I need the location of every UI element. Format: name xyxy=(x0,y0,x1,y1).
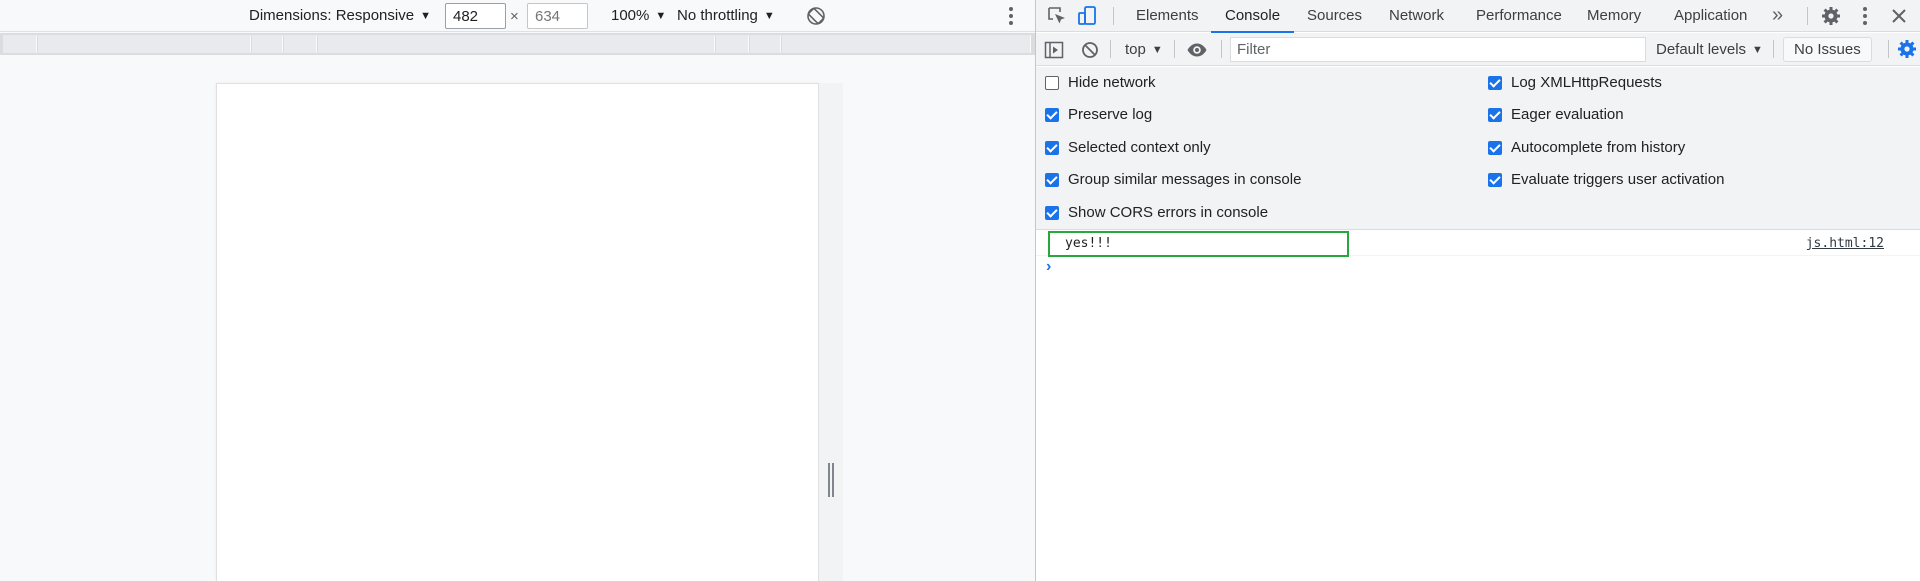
dropdown-caret-icon: ▼ xyxy=(420,10,431,22)
console-message-text: yes!!! xyxy=(1065,236,1112,251)
media-query-segment[interactable] xyxy=(284,35,317,53)
option-label: Group similar messages in console xyxy=(1068,171,1302,188)
close-icon[interactable] xyxy=(1888,5,1910,27)
option-label: Eager evaluation xyxy=(1511,106,1624,123)
checkbox[interactable] xyxy=(1488,141,1502,155)
console-message-row[interactable]: yes!!! js.html:12 xyxy=(1036,231,1920,257)
source-link[interactable]: js.html:12 xyxy=(1806,231,1884,257)
option-label: Selected context only xyxy=(1068,139,1211,156)
log-levels-label: Default levels xyxy=(1656,41,1747,58)
checkbox[interactable] xyxy=(1045,141,1059,155)
toolbar-divider xyxy=(1110,40,1111,58)
media-query-segment[interactable] xyxy=(318,35,715,53)
more-tabs-icon[interactable]: » xyxy=(1772,0,1783,30)
checkbox[interactable] xyxy=(1488,76,1502,90)
eye-icon[interactable] xyxy=(1186,39,1208,61)
devtools-panel: Elements Console Sources Network Perform… xyxy=(1036,0,1920,581)
checkbox[interactable] xyxy=(1045,108,1059,122)
dropdown-caret-icon: ▼ xyxy=(655,10,667,22)
console-toolbar: top ▼ Default levels ▼ No Issues xyxy=(1036,33,1920,66)
dimensions-label: Dimensions: Responsive xyxy=(249,7,415,24)
emulated-page-viewport[interactable] xyxy=(216,83,819,581)
toolbar-divider xyxy=(1113,7,1114,25)
media-query-segment[interactable] xyxy=(38,35,251,53)
toolbar-divider xyxy=(1773,40,1774,58)
dropdown-caret-icon: ▼ xyxy=(763,10,775,22)
option-label: Hide network xyxy=(1068,74,1156,91)
context-select[interactable]: top ▼ xyxy=(1125,33,1163,66)
tab-sources[interactable]: Sources xyxy=(1307,0,1362,32)
toolbar-divider xyxy=(1888,40,1889,58)
media-query-segment[interactable] xyxy=(782,35,1031,53)
sidebar-toggle-icon[interactable] xyxy=(1043,39,1065,61)
media-query-segment[interactable] xyxy=(750,35,781,53)
media-query-segment[interactable] xyxy=(716,35,749,53)
console-settings-panel: Hide network Preserve log Selected conte… xyxy=(1036,67,1920,230)
browser-window: Dimensions: Responsive ▼ × 100% ▼ No throt… xyxy=(0,0,1920,581)
toolbar-divider xyxy=(1807,7,1808,25)
clear-console-icon[interactable] xyxy=(1079,39,1101,61)
log-levels-select[interactable]: Default levels ▼ xyxy=(1656,33,1763,66)
option-label: Evaluate triggers user activation xyxy=(1511,171,1725,188)
option-label: Log XMLHttpRequests xyxy=(1511,74,1662,91)
zoom-select[interactable]: 100% ▼ xyxy=(611,0,666,32)
filter-input[interactable] xyxy=(1230,37,1646,62)
device-toolbar-icon[interactable] xyxy=(1076,5,1098,27)
issues-button[interactable]: No Issues xyxy=(1783,37,1872,62)
tab-elements[interactable]: Elements xyxy=(1136,0,1199,32)
dimensions-select[interactable]: Dimensions: Responsive ▼ xyxy=(249,0,431,32)
device-emulation-pane: Dimensions: Responsive ▼ × 100% ▼ No throt… xyxy=(0,0,1035,581)
media-query-segment[interactable] xyxy=(3,35,37,53)
option-label: Show CORS errors in console xyxy=(1068,204,1269,221)
device-toolbar: Dimensions: Responsive ▼ × 100% ▼ No throt… xyxy=(0,0,1035,32)
times-separator: × xyxy=(510,8,519,25)
toolbar-divider xyxy=(1221,40,1222,58)
throttling-label: No throttling xyxy=(677,7,758,24)
tab-console[interactable]: Console xyxy=(1210,0,1295,33)
console-prompt[interactable]: › xyxy=(1036,257,1920,279)
checkbox[interactable] xyxy=(1488,173,1502,187)
tab-performance[interactable]: Performance xyxy=(1476,0,1562,32)
tab-application[interactable]: Application xyxy=(1674,0,1747,32)
zoom-label: 100% xyxy=(611,7,650,24)
checkbox[interactable] xyxy=(1045,173,1059,187)
toolbar-divider xyxy=(1174,40,1175,58)
viewport-resize-gutter xyxy=(819,83,843,581)
rotate-icon[interactable] xyxy=(805,5,827,27)
prompt-chevron-icon: › xyxy=(1046,258,1052,275)
more-vert-icon[interactable] xyxy=(1006,6,1016,26)
media-query-segment[interactable] xyxy=(252,35,283,53)
media-query-bar[interactable] xyxy=(0,33,1035,55)
option-label: Preserve log xyxy=(1068,106,1153,123)
more-vert-icon[interactable] xyxy=(1860,6,1870,26)
height-input[interactable] xyxy=(527,3,588,29)
dropdown-caret-icon: ▼ xyxy=(1752,44,1763,56)
tab-memory[interactable]: Memory xyxy=(1587,0,1641,32)
devtools-tabbar: Elements Console Sources Network Perform… xyxy=(1036,0,1920,33)
settings-gear-icon[interactable] xyxy=(1820,5,1842,27)
checkbox[interactable] xyxy=(1488,108,1502,122)
console-settings-icon[interactable] xyxy=(1896,38,1918,60)
checkbox[interactable] xyxy=(1045,76,1059,90)
throttling-select[interactable]: No throttling ▼ xyxy=(677,0,775,32)
inspect-element-icon[interactable] xyxy=(1046,5,1068,27)
width-input[interactable] xyxy=(445,3,506,29)
option-label: Autocomplete from history xyxy=(1511,139,1686,156)
dropdown-caret-icon: ▼ xyxy=(1151,44,1163,56)
resize-handle[interactable] xyxy=(828,463,834,497)
context-label: top xyxy=(1125,41,1146,58)
tab-network[interactable]: Network xyxy=(1389,0,1444,32)
checkbox[interactable] xyxy=(1045,206,1059,220)
